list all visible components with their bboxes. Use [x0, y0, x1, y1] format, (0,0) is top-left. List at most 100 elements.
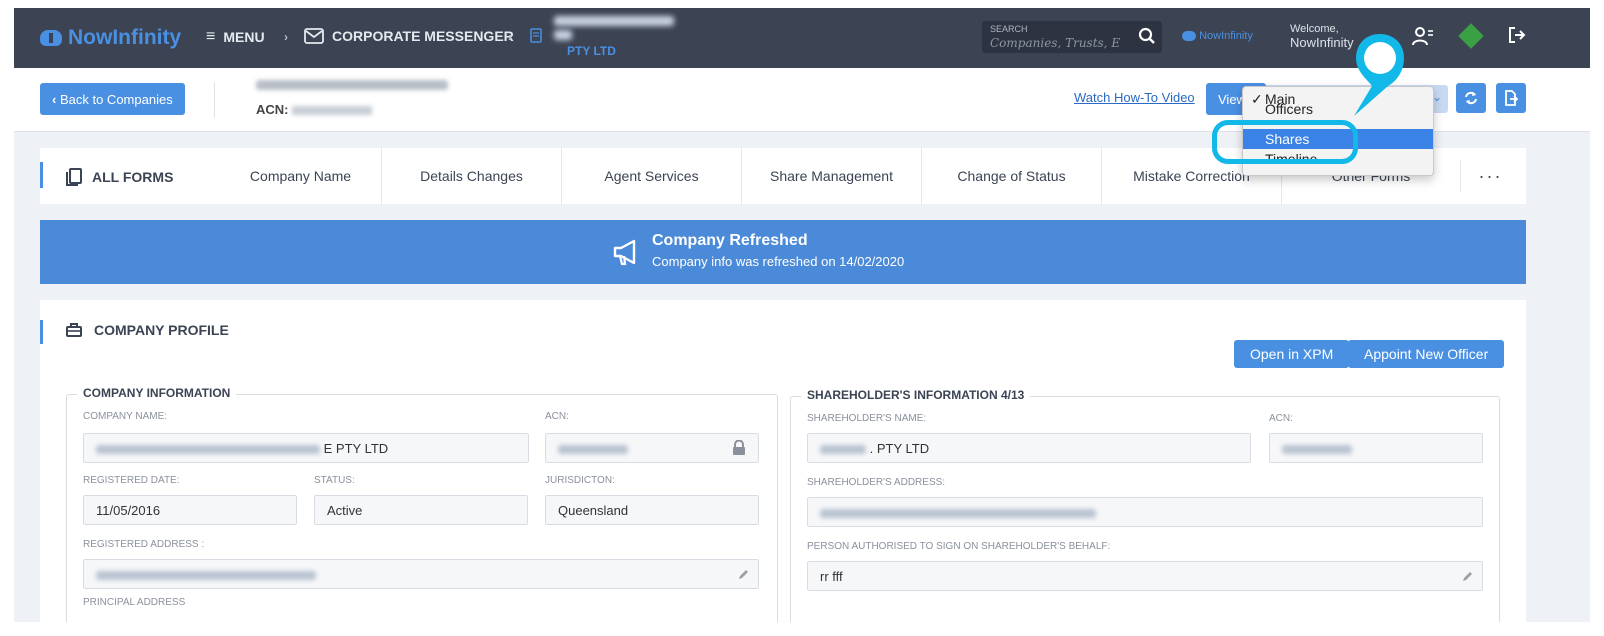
menu-label: MENU [223, 29, 265, 45]
briefcase-icon [66, 323, 82, 337]
logo-mark-icon [40, 30, 62, 46]
signer-label: PERSON AUTHORISED TO SIGN ON SHAREHOLDER… [807, 541, 1111, 552]
logout-icon[interactable] [1508, 26, 1526, 44]
hamburger-icon: ≡ [206, 28, 216, 45]
tab-change-of-status[interactable]: Change of Status [922, 148, 1102, 204]
open-in-xpm-button[interactable]: Open in XPM [1234, 340, 1350, 368]
main-menu-button[interactable]: ≡ MENU [206, 28, 265, 46]
redacted-shareholder-name [820, 445, 866, 455]
acn-field [545, 433, 759, 463]
banner-subtitle: Company info was refreshed on 14/02/2020 [652, 254, 905, 269]
back-button-label: Back to Companies [59, 91, 173, 107]
search-input[interactable]: Companies, Trusts, E [990, 36, 1130, 50]
company-name-label: COMPANY NAME: [83, 411, 168, 422]
redacted-company-title [256, 80, 448, 90]
acn-label: ACN: [545, 411, 569, 422]
refresh-button[interactable] [1456, 83, 1486, 113]
banner-title: Company Refreshed [652, 232, 808, 249]
partner-logo: NowInfinity [1182, 30, 1253, 42]
status-diamond-icon[interactable] [1458, 23, 1484, 49]
user-profile-icon[interactable] [1412, 26, 1434, 46]
lock-icon [733, 440, 745, 455]
shareholder-address-field [807, 497, 1483, 527]
logo-text: NowInfinity [68, 26, 182, 49]
appoint-new-officer-button[interactable]: Appoint New Officer [1348, 340, 1505, 368]
jurisdiction-field: Queensland [545, 495, 759, 525]
company-acn: ACN: [256, 102, 373, 117]
app-frame: NowInfinity ≡ MENU › CORPORATE MESSENGER… [14, 8, 1590, 622]
corporate-messenger-link[interactable]: CORPORATE MESSENGER [304, 28, 514, 44]
watch-how-to-video-link[interactable]: Watch How-To Video [1074, 90, 1195, 105]
tutorial-pointer-pin-icon [1354, 34, 1404, 116]
document-icon [530, 28, 542, 43]
company-profile-heading: COMPANY PROFILE [66, 322, 229, 338]
envelope-icon [304, 28, 324, 44]
registered-date-label: REGISTERED DATE: [83, 475, 180, 486]
company-profile-title: COMPANY PROFILE [94, 322, 229, 338]
shareholder-acn-label: ACN: [1269, 413, 1293, 424]
refresh-icon [1465, 91, 1477, 105]
megaphone-icon [613, 239, 636, 266]
export-document-icon [1505, 90, 1518, 106]
corporate-messenger-label: CORPORATE MESSENGER [332, 28, 514, 44]
company-profile-panel: COMPANY PROFILE Open in XPM Appoint New … [40, 300, 1526, 622]
redacted-address [96, 571, 316, 581]
redacted-company-name [554, 30, 572, 40]
tutorial-highlight-ring [1212, 120, 1358, 164]
search-icon[interactable] [1138, 27, 1156, 45]
tab-agent-services[interactable]: Agent Services [562, 148, 742, 204]
shareholder-information-section: SHAREHOLDER'S INFORMATION 4/13 SHAREHOLD… [790, 388, 1500, 622]
partner-logo-text: NowInfinity [1199, 30, 1253, 42]
global-search[interactable]: SEARCH Companies, Trusts, E [982, 21, 1162, 53]
breadcrumb-chevron-icon: › [284, 30, 288, 44]
shareholder-acn-field [1269, 433, 1483, 463]
company-name-field: E PTY LTD [83, 433, 529, 463]
tab-details-changes[interactable]: Details Changes [382, 148, 562, 204]
tab-share-management[interactable]: Share Management [742, 148, 922, 204]
logo-mark-icon [1182, 31, 1196, 42]
shareholder-information-legend: SHAREHOLDER'S INFORMATION 4/13 [801, 388, 1031, 402]
pencil-edit-icon[interactable] [738, 568, 750, 580]
app-logo[interactable]: NowInfinity [40, 26, 181, 50]
redacted-company-name [96, 445, 320, 455]
redacted-acn [292, 106, 373, 116]
shareholder-name-suffix: . PTY LTD [869, 441, 930, 456]
acn-label: ACN: [256, 102, 289, 117]
all-forms-button[interactable]: ALL FORMS [66, 168, 173, 186]
refresh-notification-banner: Company Refreshed Company info was refre… [40, 220, 1526, 284]
breadcrumb-chevron-icon: › [508, 30, 512, 44]
search-label: SEARCH [990, 24, 1028, 34]
redacted-acn [1282, 445, 1352, 455]
back-to-companies-button[interactable]: ‹ Back to Companies [40, 83, 185, 115]
shareholder-name-field: . PTY LTD [807, 433, 1251, 463]
redacted-acn [558, 445, 628, 455]
redacted-address [820, 509, 1096, 519]
status-label: STATUS: [314, 475, 355, 486]
section-accent [40, 320, 43, 344]
company-crumb-suffix: PTY LTD [567, 44, 616, 58]
registered-address-label: REGISTERED ADDRESS : [83, 539, 205, 550]
tab-company-name[interactable]: Company Name [220, 148, 382, 204]
company-information-section: COMPANY INFORMATION COMPANY NAME: E PTY … [66, 386, 778, 622]
chevron-left-icon: ‹ [52, 91, 57, 107]
shareholder-name-label: SHAREHOLDER'S NAME: [807, 413, 927, 424]
view-option-label: Officers [1265, 103, 1313, 117]
pencil-edit-icon[interactable] [1462, 570, 1474, 582]
section-accent [40, 162, 43, 188]
status-field: Active [314, 495, 528, 525]
signer-field[interactable]: rr fff [807, 561, 1483, 591]
company-information-legend: COMPANY INFORMATION [77, 386, 237, 400]
forms-stack-icon [66, 168, 82, 186]
jurisdiction-label: JURISDICTON: [545, 475, 615, 486]
all-forms-label: ALL FORMS [92, 169, 174, 185]
shareholder-address-label: SHAREHOLDER'S ADDRESS: [807, 477, 946, 488]
welcome-label: Welcome, [1290, 23, 1339, 35]
header-divider [214, 82, 215, 118]
welcome-user: NowInfinity [1290, 35, 1354, 50]
principal-address-label: PRINCIPAL ADDRESS [83, 597, 186, 608]
more-forms-button[interactable]: ··· [1460, 160, 1520, 192]
registered-address-field[interactable] [83, 559, 759, 589]
export-button[interactable] [1496, 83, 1526, 113]
signer-value: rr fff [820, 569, 843, 584]
registered-date-field: 11/05/2016 [83, 495, 297, 525]
